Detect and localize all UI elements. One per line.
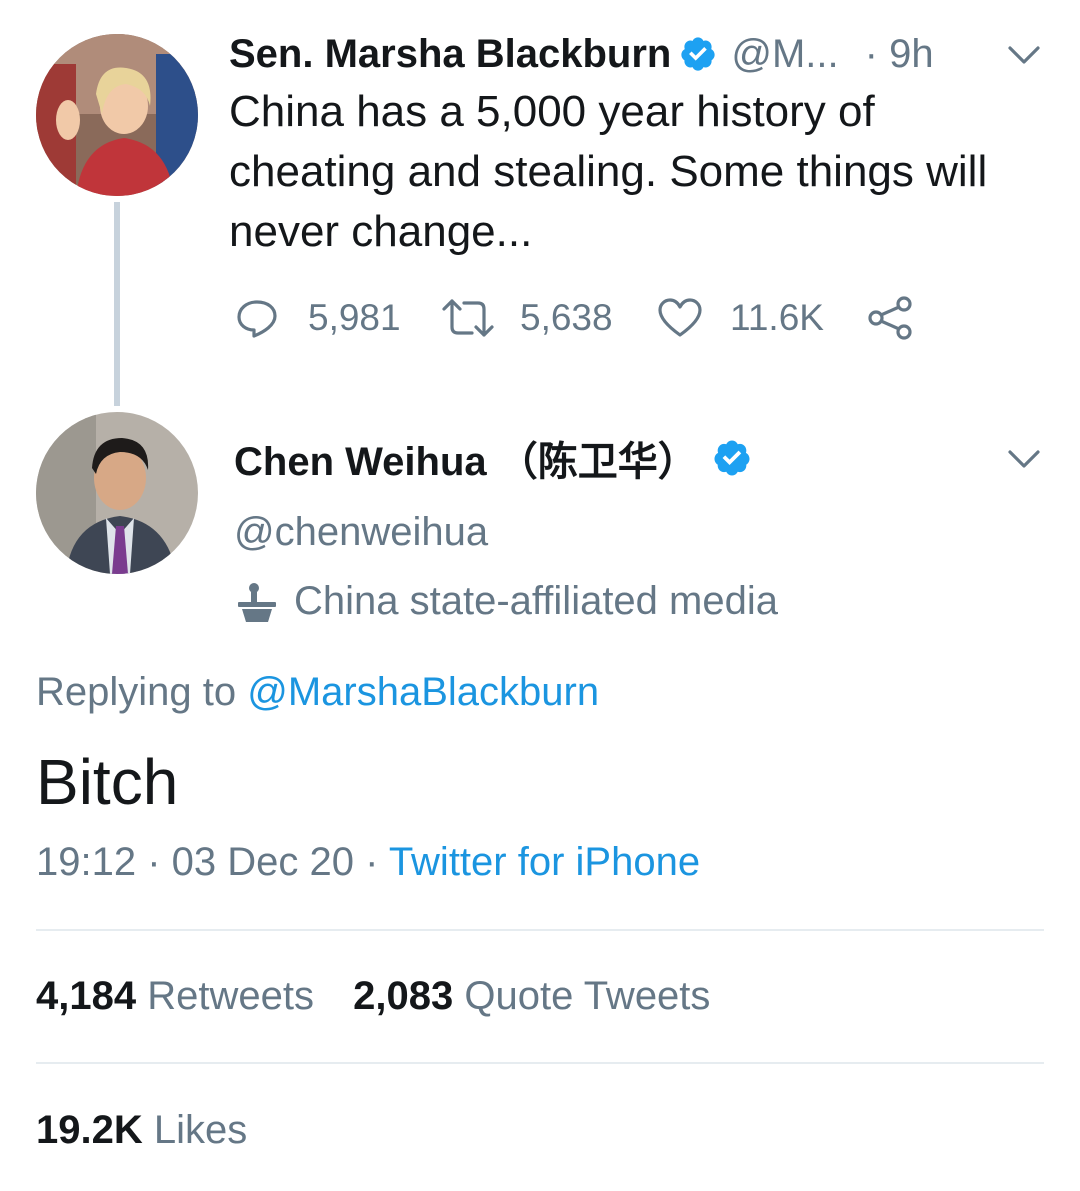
retweets-count: 4,184 — [36, 974, 137, 1018]
quote-tweets-count: 2,083 — [353, 974, 454, 1018]
likes-stat[interactable]: 19.2K Likes — [36, 1108, 247, 1153]
verified-badge-icon — [712, 438, 752, 478]
avatar-marsha-blackburn[interactable] — [36, 34, 198, 196]
replying-prefix: Replying to — [36, 670, 237, 714]
chevron-down-icon[interactable] — [1004, 438, 1044, 483]
reply-action[interactable]: 5,981 — [234, 294, 401, 342]
main-tweet-header: Chen Weihua （陈卫华） — [234, 430, 1044, 486]
reply-count: 5,981 — [308, 297, 401, 338]
replying-handle-link[interactable]: @MarshaBlackburn — [247, 670, 599, 714]
retweets-label: Retweets — [147, 974, 314, 1018]
affiliation-text: China state-affiliated media — [294, 578, 778, 623]
likes-count: 19.2K — [36, 1108, 143, 1152]
timestamp: 19:12 · 03 Dec 20 · — [36, 840, 379, 884]
avatar-chen-weihua[interactable] — [36, 412, 198, 574]
author-handle[interactable]: @chenweihua — [234, 510, 488, 555]
retweet-action[interactable]: 5,638 — [440, 294, 613, 342]
share-icon — [866, 294, 916, 342]
quote-tweets-stat[interactable]: 2,083 Quote Tweets — [353, 974, 710, 1018]
source-link[interactable]: Twitter for iPhone — [389, 840, 700, 884]
engagement-stats: 4,184 Retweets 2,083 Quote Tweets — [36, 974, 710, 1019]
author-name[interactable]: Sen. Marsha Blackburn — [229, 32, 671, 77]
verified-badge-icon — [679, 35, 717, 73]
divider — [36, 929, 1044, 931]
share-button[interactable] — [866, 294, 916, 342]
thread-connector-line — [114, 202, 120, 406]
state-affiliated-label[interactable]: China state-affiliated media — [234, 576, 778, 626]
like-action[interactable]: 11.6K — [656, 294, 824, 342]
parent-tweet-header: Sen. Marsha Blackburn @M... · 9h — [229, 28, 1044, 80]
avatar-image — [36, 412, 198, 574]
retweets-stat[interactable]: 4,184 Retweets — [36, 974, 325, 1018]
reply-icon — [234, 295, 280, 341]
replying-to: Replying to @MarshaBlackburn — [36, 670, 599, 715]
author-handle[interactable]: @M... — [731, 32, 838, 77]
chevron-down-icon[interactable] — [1004, 34, 1044, 79]
retweet-icon — [440, 295, 496, 341]
avatar-image — [36, 34, 198, 196]
tweet-meta: 19:12 · 03 Dec 20 · Twitter for iPhone — [36, 840, 700, 885]
divider — [36, 1062, 1044, 1064]
main-tweet-text: Bitch — [36, 746, 179, 818]
tweet-time[interactable]: · 9h — [865, 32, 934, 77]
author-name[interactable]: Chen Weihua （陈卫华） — [234, 429, 698, 487]
retweet-count: 5,638 — [520, 297, 613, 338]
like-count: 11.6K — [730, 297, 824, 338]
parent-tweet-text: China has a 5,000 year history of cheati… — [229, 87, 988, 256]
heart-icon — [656, 295, 704, 341]
likes-label: Likes — [153, 1108, 248, 1152]
podium-icon — [234, 578, 280, 624]
quote-tweets-label: Quote Tweets — [464, 974, 711, 1018]
